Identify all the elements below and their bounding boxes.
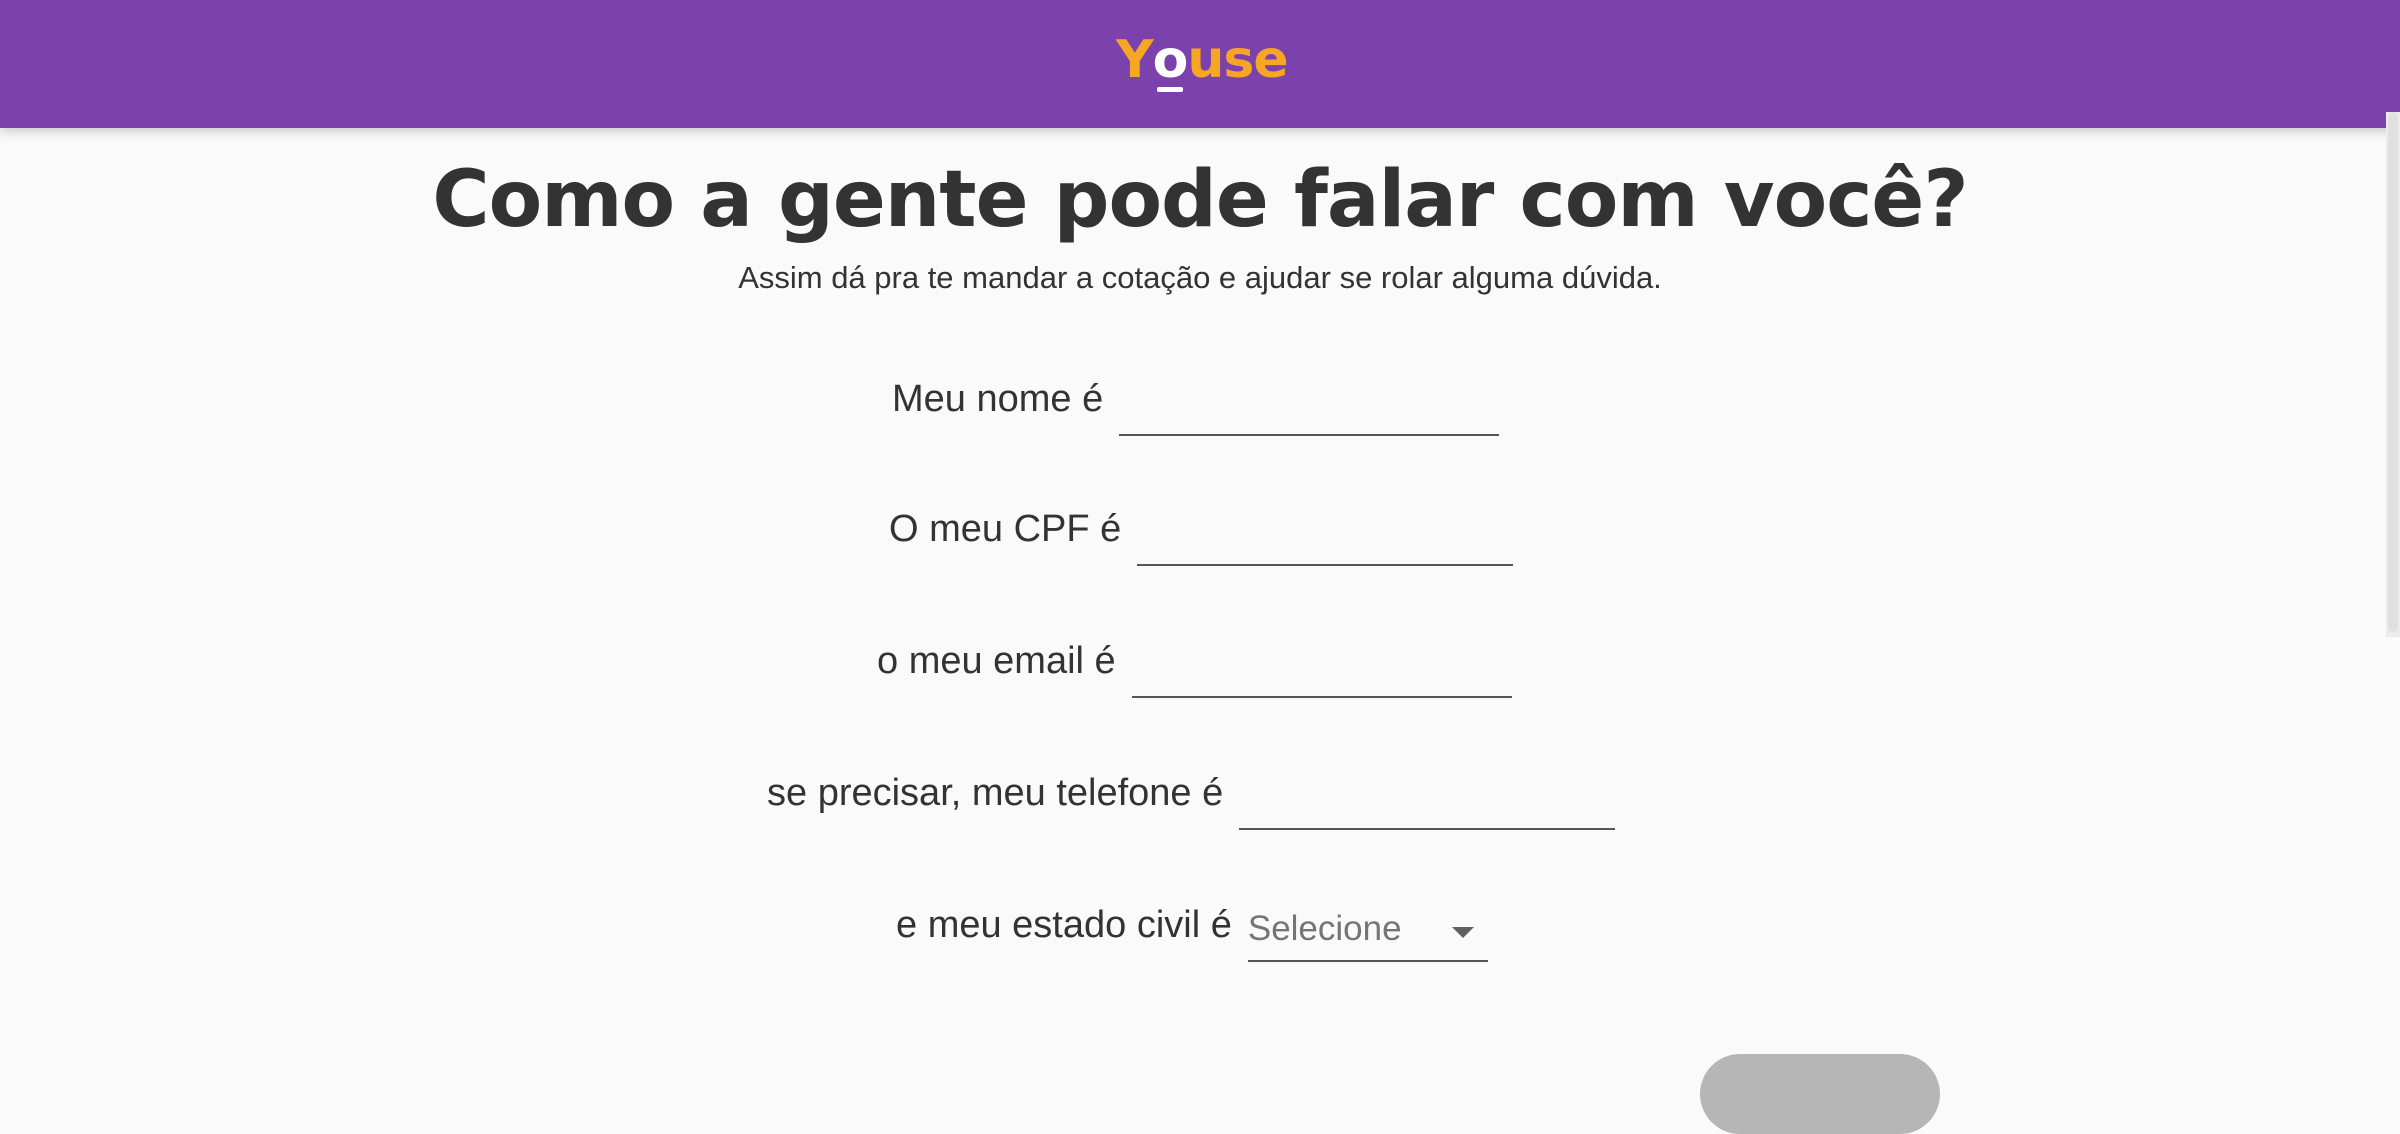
phone-input[interactable] — [1239, 768, 1616, 830]
email-label: o meu email é — [877, 640, 1116, 682]
header-bar: Y o use — [0, 0, 2400, 128]
phone-label: se precisar, meu telefone é — [767, 772, 1224, 814]
page-title: Como a gente pode falar com você? — [432, 155, 1968, 245]
name-input[interactable] — [1119, 374, 1500, 436]
logo-letter-y: Y — [1116, 30, 1154, 90]
marital-status-label: e meu estado civil é — [896, 904, 1232, 946]
logo-letter-o: o — [1152, 30, 1188, 92]
cpf-row: O meu CPF é — [0, 496, 2400, 566]
cpf-label: O meu CPF é — [889, 508, 1122, 550]
cpf-input[interactable] — [1137, 504, 1514, 566]
marital-status-row: e meu estado civil é Selecione — [0, 892, 2400, 962]
marital-status-select[interactable]: Selecione — [1247, 900, 1488, 962]
youse-logo[interactable]: Y o use — [1116, 30, 1289, 92]
email-row: o meu email é — [0, 628, 2400, 698]
email-input[interactable] — [1131, 636, 1512, 698]
scrollbar-thumb[interactable] — [2388, 112, 2398, 632]
chevron-down-icon — [1451, 927, 1474, 938]
logo-letters-use: use — [1187, 30, 1288, 90]
page-subtitle: Assim dá pra te mandar a cotação e ajuda… — [738, 260, 1662, 295]
continue-button[interactable] — [1700, 1054, 1940, 1134]
name-row: Meu nome é — [0, 366, 2400, 436]
phone-row: se precisar, meu telefone é — [0, 760, 2400, 830]
name-label: Meu nome é — [892, 378, 1104, 420]
marital-status-selected-value: Selecione — [1247, 909, 1402, 948]
